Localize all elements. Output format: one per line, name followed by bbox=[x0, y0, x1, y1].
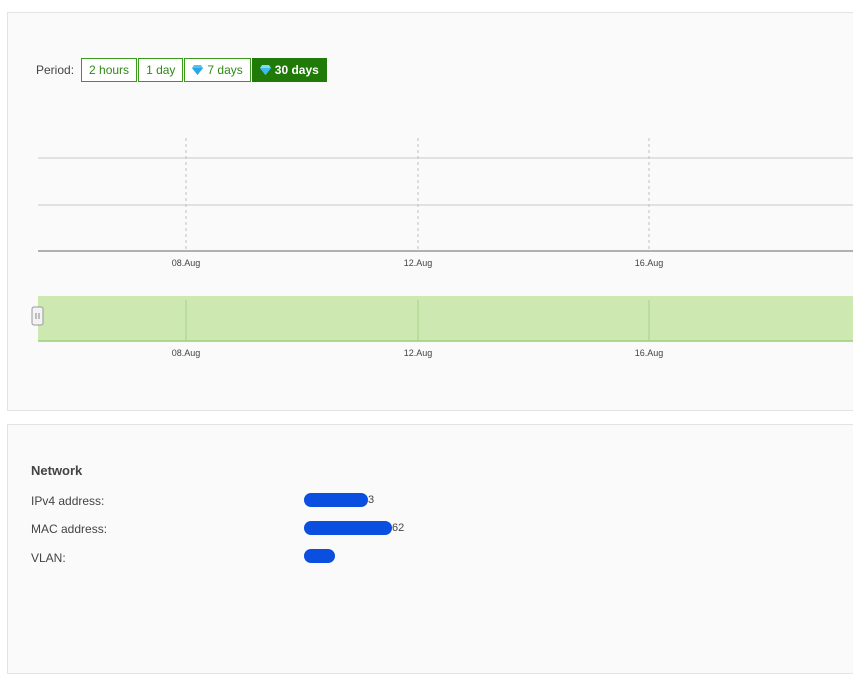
network-title: Network bbox=[31, 463, 83, 478]
usage-chart-panel: Period: 2 hours 1 day 7 days 30 days 08.… bbox=[7, 12, 853, 411]
usage-chart: 08.Aug 12.Aug 16.Aug 08.Aug 12.Aug 16.Aug bbox=[31, 138, 853, 358]
mac-value: 62 bbox=[304, 521, 404, 535]
vlan-label: VLAN: bbox=[31, 551, 66, 565]
redaction-mark bbox=[304, 493, 368, 507]
redaction-mark bbox=[304, 521, 392, 535]
navigator-left-handle[interactable] bbox=[31, 306, 44, 326]
redaction-mark bbox=[304, 549, 335, 563]
navigator-range[interactable] bbox=[38, 296, 853, 341]
ipv4-value: 3 bbox=[304, 493, 374, 507]
x-tick-label: 16.Aug bbox=[635, 258, 664, 268]
mac-label: MAC address: bbox=[31, 522, 108, 536]
navigator-tick-label: 08.Aug bbox=[172, 348, 201, 358]
x-tick-label: 08.Aug bbox=[172, 258, 201, 268]
x-tick-label: 12.Aug bbox=[404, 258, 433, 268]
network-panel: Network IPv4 address: 3 MAC address: 62 … bbox=[7, 424, 853, 674]
ipv4-label: IPv4 address: bbox=[31, 494, 105, 508]
navigator-tick-label: 16.Aug bbox=[635, 348, 664, 358]
vlan-value bbox=[304, 549, 335, 563]
navigator-tick-label: 12.Aug bbox=[404, 348, 433, 358]
